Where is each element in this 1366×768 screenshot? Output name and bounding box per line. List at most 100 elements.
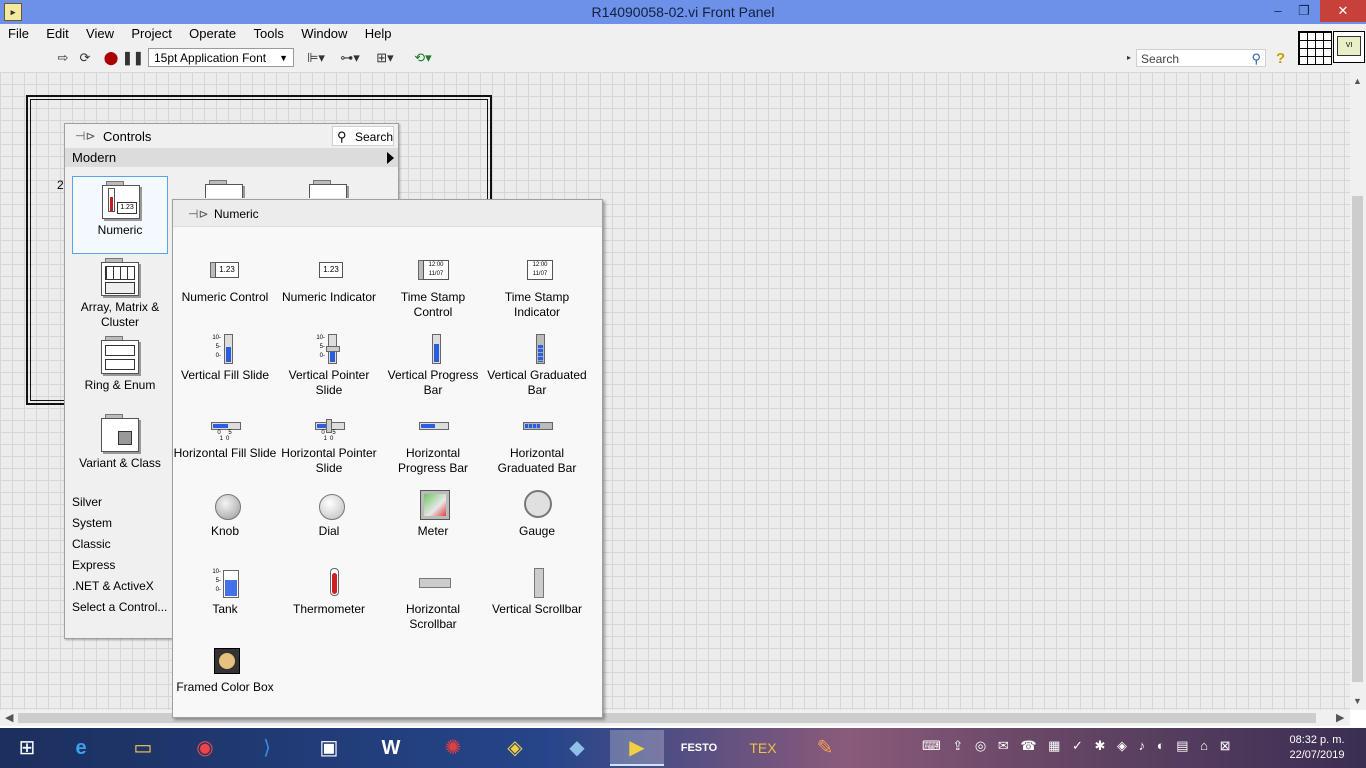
numeric-control[interactable]: 1.23 Numeric Control <box>173 252 277 330</box>
gauge-icon <box>521 490 555 518</box>
horizontal-pointer-slide[interactable]: 0 5 10 Horizontal Pointer Slide <box>277 408 381 486</box>
modern-section-header[interactable]: Modern <box>65 148 398 167</box>
task-view-icon[interactable]: ▣ <box>302 730 356 766</box>
category-string-partial[interactable] <box>280 176 376 198</box>
minimize-button[interactable]: – <box>1264 0 1292 22</box>
numeric-palette-header: ⊣⊳ Numeric <box>173 200 602 227</box>
windows-start-icon[interactable]: ⊞ <box>0 730 54 766</box>
vertical-fill-slide[interactable]: 10- 5- 0- Vertical Fill Slide <box>173 330 277 408</box>
run-arrow-icon[interactable]: ⇨ <box>54 50 72 66</box>
align-objects-icon[interactable]: ⊫▾ <box>304 50 328 66</box>
thermometer[interactable]: Thermometer <box>277 564 381 642</box>
scroll-up-icon[interactable]: ▲ <box>1353 76 1362 86</box>
tank-body <box>223 570 239 598</box>
scale-glyph: 0 5 10 <box>321 430 339 442</box>
palette-search-button[interactable]: ⚲ Search <box>332 126 394 146</box>
title-bar: ▸ R14090058-02.vi Front Panel – ❐ ✕ <box>0 0 1366 24</box>
item-label: Horizontal Scrollbar <box>405 602 461 631</box>
menu-edit[interactable]: Edit <box>38 24 74 41</box>
category-ring-enum[interactable]: Ring & Enum <box>72 332 168 410</box>
meter[interactable]: Meter <box>381 486 485 564</box>
chevron-down-icon: ▼ <box>279 53 288 63</box>
icon-box: 1.23 <box>102 185 140 219</box>
knob[interactable]: Knob <box>173 486 277 564</box>
expand-arrow-icon[interactable] <box>387 152 394 164</box>
run-continuously-icon[interactable]: ⟳ <box>76 50 94 66</box>
horizontal-progress-bar[interactable]: Horizontal Progress Bar <box>381 408 485 486</box>
menu-file[interactable]: File <box>0 24 35 41</box>
category-variant-class[interactable]: Variant & Class <box>72 410 168 488</box>
menu-view[interactable]: View <box>78 24 120 41</box>
vi-icon[interactable]: VI <box>1333 31 1365 63</box>
festo-fluidsim-icon[interactable]: FESTO <box>672 730 726 766</box>
numeric-palette: ⊣⊳ Numeric 1.23 Numeric Control 1.23 Num… <box>172 199 603 718</box>
horizontal-graduated-bar[interactable]: Horizontal Graduated Bar <box>485 408 589 486</box>
vertical-scrollbar-control[interactable]: Vertical Scrollbar <box>485 564 589 642</box>
time-stamp-control[interactable]: 12:00 11/07 Time Stamp Control <box>381 252 485 330</box>
horizontal-scrollbar-control[interactable]: Horizontal Scrollbar <box>381 564 485 642</box>
scroll-right-icon[interactable]: ▶ <box>1336 711 1344 724</box>
menu-operate[interactable]: Operate <box>181 24 242 41</box>
notes-app-icon[interactable]: ◆ <box>550 730 604 766</box>
tank[interactable]: 10- 5- 0- Tank <box>173 564 277 642</box>
scroll-left-icon[interactable]: ◀ <box>5 711 13 724</box>
vertical-scrollbar[interactable]: ▲ ▼ <box>1350 72 1366 710</box>
file-explorer-icon[interactable]: ▭ <box>116 730 170 766</box>
section-dotnet-activex[interactable]: .NET & ActiveX <box>65 576 171 597</box>
labview-taskbar-icon[interactable]: ▶ <box>610 730 664 766</box>
category-boolean-partial[interactable] <box>176 176 272 198</box>
abort-icon[interactable]: ⬤ <box>102 50 120 66</box>
vertical-progress-bar[interactable]: Vertical Progress Bar <box>381 330 485 408</box>
paint-icon[interactable]: ✎ <box>798 730 852 766</box>
item-label: Horizontal Pointer Slide <box>281 446 377 475</box>
resize-objects-icon[interactable]: ⊞▾ <box>372 50 398 66</box>
numeric-indicator[interactable]: 1.23 Numeric Indicator <box>277 252 381 330</box>
distribute-objects-icon[interactable]: ⊶▾ <box>338 50 362 66</box>
pause-icon[interactable]: ❚❚ <box>122 50 144 66</box>
item-label: Horizontal Fill Slide <box>173 446 277 460</box>
spider-app-icon[interactable]: ✺ <box>426 730 480 766</box>
chrome-icon[interactable]: ◉ <box>178 730 232 766</box>
horizontal-fill-slide[interactable]: 0 5 10 Horizontal Fill Slide <box>173 408 277 486</box>
gauge[interactable]: Gauge <box>485 486 589 564</box>
menu-project[interactable]: Project <box>123 24 177 41</box>
internet-explorer-icon[interactable]: e <box>54 730 108 766</box>
vertical-graduated-bar[interactable]: Vertical Graduated Bar <box>485 330 589 408</box>
dark-app-icon[interactable]: ◈ <box>488 730 542 766</box>
menu-help[interactable]: Help <box>357 24 398 41</box>
menu-window[interactable]: Window <box>293 24 353 41</box>
search-icon[interactable]: ⚲ <box>1251 50 1261 68</box>
framed-color-box[interactable]: Framed Color Box <box>173 642 277 720</box>
close-button[interactable]: ✕ <box>1320 0 1366 22</box>
connector-pane-icon[interactable] <box>1298 31 1332 65</box>
help-icon[interactable]: ? <box>1276 50 1285 67</box>
vscode-icon[interactable]: ⟩ <box>240 730 294 766</box>
search-input[interactable]: Search ⚲ <box>1136 49 1266 67</box>
vertical-scroll-thumb[interactable] <box>1352 196 1363 682</box>
pin-icon[interactable]: ⊣⊳ <box>188 207 209 221</box>
dial[interactable]: Dial <box>277 486 381 564</box>
maximize-button[interactable]: ❐ <box>1290 0 1318 22</box>
pin-icon[interactable]: ⊣⊳ <box>75 129 96 143</box>
section-system[interactable]: System <box>65 513 171 534</box>
menu-tools[interactable]: Tools <box>245 24 289 41</box>
time-stamp-control-icon: 12:00 11/07 <box>417 256 451 284</box>
word-icon[interactable]: W <box>364 730 418 766</box>
vertical-pointer-slide[interactable]: 10- 5- 0- Vertical Pointer Slide <box>277 330 381 408</box>
category-array-matrix-cluster[interactable]: Array, Matrix & Cluster <box>72 254 168 332</box>
font-select[interactable]: 15pt Application Font ▼ <box>148 48 294 67</box>
section-classic[interactable]: Classic <box>65 534 171 555</box>
tex-icon[interactable]: TEX <box>736 730 790 766</box>
horizontal-fill-slide-icon: 0 5 10 <box>209 412 243 442</box>
search-expand-icon[interactable]: ▸ <box>1124 50 1134 66</box>
frame-label: 2 <box>57 178 64 192</box>
reorder-icon[interactable]: ⟲▾ <box>410 50 436 66</box>
array-category-icon <box>101 258 139 296</box>
section-express[interactable]: Express <box>65 555 171 576</box>
section-select-control[interactable]: Select a Control... <box>65 597 171 618</box>
category-numeric[interactable]: 1.23 Numeric <box>72 176 168 254</box>
time-stamp-indicator[interactable]: 12:00 11/07 Time Stamp Indicator <box>485 252 589 330</box>
scroll-down-icon[interactable]: ▼ <box>1353 696 1362 706</box>
system-clock[interactable]: 08:32 p. m. 22/07/2019 <box>1286 733 1348 763</box>
section-silver[interactable]: Silver <box>65 492 171 513</box>
